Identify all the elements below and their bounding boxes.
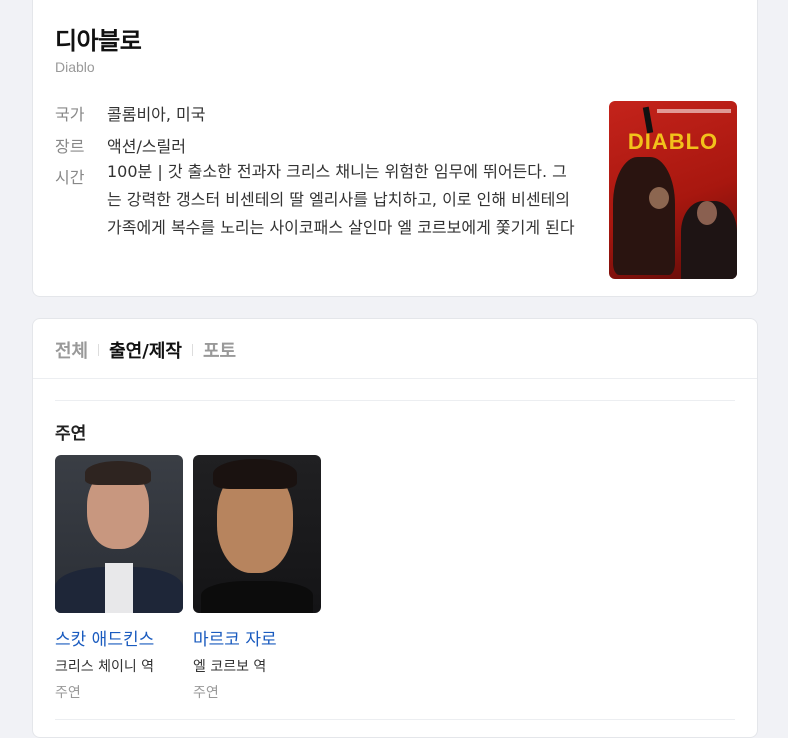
photo-hair-shape [85,461,151,485]
cast-card: 전체 출연/제작 포토 주연 스캇 애드킨스 크리스 체이니 역 주연 마르코 … [32,318,758,738]
cast-name-link[interactable]: 스캇 애드킨스 [55,625,183,650]
movie-poster[interactable]: DIABLO [609,101,737,279]
country-value: 콜롬비아, 미국 [107,105,206,124]
tab-separator [191,344,193,356]
tab-all[interactable]: 전체 [55,337,88,363]
poster-credit-line [657,109,731,113]
cast-photo[interactable] [193,455,321,613]
tab-separator [98,344,100,356]
tab-cast-crew[interactable]: 출연/제작 [109,337,182,363]
cast-member[interactable]: 스캇 애드킨스 크리스 체이니 역 주연 [55,455,183,702]
cast-role: 엘 코르보 역 [193,659,267,675]
cast-type: 주연 [193,685,219,701]
cast-photo[interactable] [55,455,183,613]
genre-value: 액션/스릴러 [107,137,186,156]
tab-photo[interactable]: 포토 [203,337,236,363]
country-label: 국가 [55,105,85,124]
poster-figure-right [681,201,737,279]
tabs-divider [33,378,757,379]
runtime-summary: 100분 | 갓 출소한 전과자 크리스 채니는 위험한 임무에 뛰어든다. 그… [107,162,575,237]
cast-type: 주연 [55,685,81,701]
movie-original-title: Diablo [55,59,95,75]
cast-name-link[interactable]: 마르코 자로 [193,625,321,650]
photo-shirt-shape [105,563,133,613]
genre-label: 장르 [55,137,85,156]
cast-role: 크리스 체이니 역 [55,659,155,675]
movie-info-card: 디아블로 Diablo 국가 콜롬비아, 미국 장르 액션/스릴러 시간 100… [32,0,758,297]
runtime-label: 시간 [55,168,85,187]
cast-tabs: 전체 출연/제작 포토 [55,337,236,363]
lead-cast-heading: 주연 [55,424,87,444]
cast-member[interactable]: 마르코 자로 엘 코르보 역 주연 [193,455,321,702]
poster-figure-left [613,157,675,275]
poster-title-text: DIABLO [627,129,719,154]
section-divider [55,400,735,401]
runtime-row: 시간 100분 | 갓 출소한 전과자 크리스 채니는 위험한 임무에 뛰어든다… [55,162,579,242]
genre-row: 장르 액션/스릴러 [55,133,186,157]
country-row: 국가 콜롬비아, 미국 [55,101,206,125]
movie-title: 디아블로 [55,27,142,55]
photo-hair-shape [213,459,297,489]
photo-suit-shape [201,581,313,613]
